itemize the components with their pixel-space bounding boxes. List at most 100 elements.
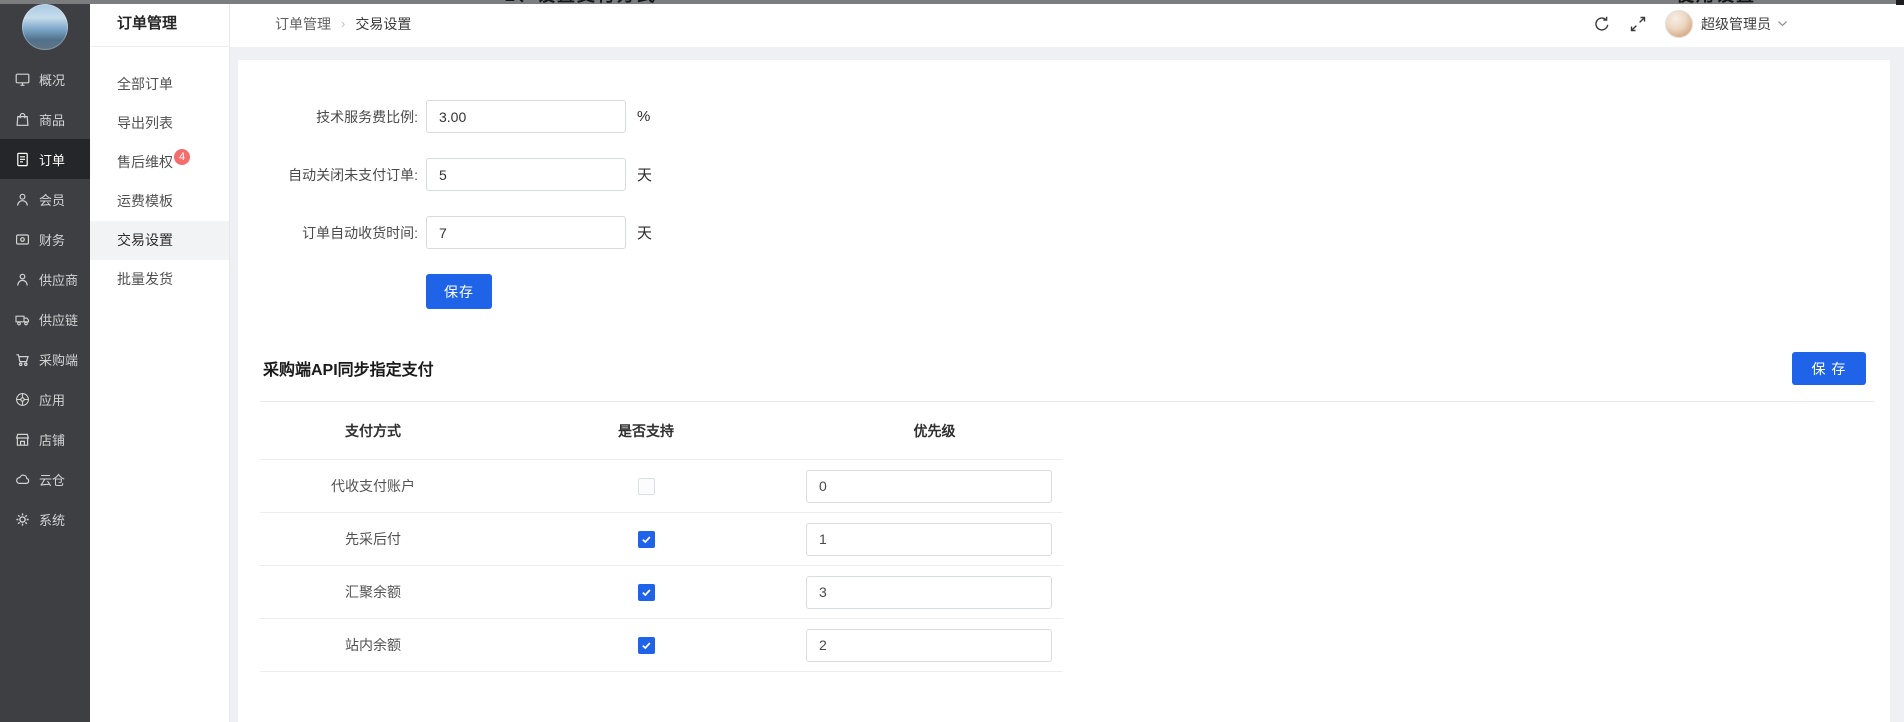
user-name: 超级管理员 (1701, 14, 1771, 34)
finance-icon (15, 232, 30, 247)
clipped-text-fragment: 使用设置 (1676, 0, 1756, 8)
sidebar-item-label: 店铺 (39, 430, 65, 449)
table-row: 代收支付账户 (260, 460, 1063, 513)
auto-close-unit: 天 (637, 164, 652, 185)
auto-receive-label: 订单自动收货时间: (238, 223, 418, 243)
refresh-icon[interactable] (1593, 15, 1611, 33)
trade-settings-form: 技术服务费比例: % 自动关闭未支付订单: 天 订单自动收货时间: 天 保存 (238, 60, 1890, 309)
payment-methods-table: 支付方式 是否支持 优先级 代收支付账户 先采后付 汇聚余额 站内余额 (260, 402, 1063, 672)
store-avatar[interactable] (22, 4, 68, 50)
table-row: 汇聚余额 (260, 566, 1063, 619)
payment-method-name: 代收支付账户 (260, 476, 486, 496)
table-header-row: 支付方式 是否支持 优先级 (260, 402, 1063, 460)
user-avatar (1665, 10, 1693, 38)
table-row: 先采后付 (260, 513, 1063, 566)
form-row: 技术服务费比例: % (238, 100, 1890, 133)
header-priority: 优先级 (806, 421, 1063, 441)
priority-input[interactable] (806, 470, 1052, 503)
sidebar-item-apps[interactable]: 应用 (0, 379, 90, 419)
save-settings-button[interactable]: 保存 (426, 274, 492, 309)
sidebar-item-shop[interactable]: 店铺 (0, 419, 90, 459)
orders-icon (15, 152, 30, 167)
header-supported: 是否支持 (486, 421, 806, 441)
auto-close-label: 自动关闭未支付订单: (238, 165, 418, 185)
sidebar-item-system[interactable]: 系统 (0, 499, 90, 539)
shop-icon (15, 432, 30, 447)
sidebar-item-label: 供应商 (39, 270, 78, 289)
form-row: 订单自动收货时间: 天 (238, 216, 1890, 249)
sidebar-item-overview[interactable]: 概况 (0, 59, 90, 99)
payment-method-name: 先采后付 (260, 529, 486, 549)
sidebar-item-label: 系统 (39, 510, 65, 529)
submenu-item-all-orders[interactable]: 全部订单 (90, 65, 229, 104)
payment-section-title: 采购端API同步指定支付 (263, 356, 434, 380)
apps-icon (15, 392, 30, 407)
auto-close-input[interactable] (426, 158, 626, 191)
cloud-icon (15, 472, 30, 487)
submenu-title: 订单管理 (90, 0, 229, 47)
auto-receive-input[interactable] (426, 216, 626, 249)
service-fee-input[interactable] (426, 100, 626, 133)
supported-checkbox[interactable] (638, 531, 655, 548)
auto-receive-unit: 天 (637, 222, 652, 243)
main-content: 技术服务费比例: % 自动关闭未支付订单: 天 订单自动收货时间: 天 保存 采… (238, 60, 1890, 722)
supported-checkbox[interactable] (638, 478, 655, 495)
top-window-edge (0, 0, 1904, 4)
sidebar-item-label: 供应链 (39, 310, 78, 329)
sidebar-item-cloud[interactable]: 云仓 (0, 459, 90, 499)
after-sales-count-badge: 4 (174, 149, 190, 165)
priority-input[interactable] (806, 523, 1052, 556)
breadcrumb-parent[interactable]: 订单管理 (275, 14, 331, 34)
sidebar-item-supply-chain[interactable]: 供应链 (0, 299, 90, 339)
window-corner-mark (1896, 0, 1904, 5)
topbar-actions: 超级管理员 (1593, 10, 1788, 38)
sidebar-item-goods[interactable]: 商品 (0, 99, 90, 139)
member-icon (15, 192, 30, 207)
sidebar-item-label: 财务 (39, 230, 65, 249)
payment-method-name: 汇聚余额 (260, 582, 486, 602)
sidebar-item-label: 订单 (39, 150, 65, 169)
save-payment-button[interactable]: 保 存 (1792, 352, 1866, 385)
sidebar-item-purchase[interactable]: 采购端 (0, 339, 90, 379)
priority-input[interactable] (806, 576, 1052, 609)
purchase-icon (15, 352, 30, 367)
system-icon (15, 512, 30, 527)
supported-checkbox[interactable] (638, 584, 655, 601)
supported-checkbox[interactable] (638, 637, 655, 654)
supply-chain-icon (15, 312, 30, 327)
fullscreen-icon[interactable] (1629, 15, 1647, 33)
topbar: 订单管理 › 交易设置 超级管理员 (230, 0, 1904, 47)
submenu-item-batch-shipping[interactable]: 批量发货 (90, 260, 229, 299)
service-fee-unit: % (637, 108, 650, 125)
clipped-text-fragment: 2、设置支付方式 (505, 0, 675, 8)
submenu-item-trade-settings[interactable]: 交易设置 (90, 221, 229, 260)
sidebar-item-label: 应用 (39, 390, 65, 409)
primary-nav: 概况 商品 订单 会员 财务 供应商 供应链 采购端 (0, 59, 90, 539)
breadcrumb-current: 交易设置 (355, 14, 411, 34)
sidebar-item-label: 会员 (39, 190, 65, 209)
overview-icon (15, 72, 30, 87)
submenu-item-export-list[interactable]: 导出列表 (90, 104, 229, 143)
submenu-item-after-sales[interactable]: 售后维权4 (90, 143, 229, 182)
sidebar-item-supplier[interactable]: 供应商 (0, 259, 90, 299)
breadcrumb-separator: › (341, 16, 345, 31)
primary-sidebar: 概况 商品 订单 会员 财务 供应商 供应链 采购端 (0, 0, 90, 722)
user-menu[interactable]: 超级管理员 (1665, 10, 1788, 38)
sidebar-item-label: 概况 (39, 70, 65, 89)
secondary-sidebar: 订单管理 全部订单 导出列表 售后维权4 运费模板 交易设置 批量发货 (90, 0, 230, 722)
priority-input[interactable] (806, 629, 1052, 662)
sidebar-item-orders[interactable]: 订单 (0, 139, 90, 179)
breadcrumb: 订单管理 › 交易设置 (275, 14, 411, 34)
goods-icon (15, 112, 30, 127)
payment-method-name: 站内余额 (260, 635, 486, 655)
form-row: 自动关闭未支付订单: 天 (238, 158, 1890, 191)
sidebar-item-member[interactable]: 会员 (0, 179, 90, 219)
service-fee-label: 技术服务费比例: (238, 107, 418, 127)
chevron-down-icon (1777, 19, 1788, 28)
supplier-icon (15, 272, 30, 287)
sidebar-item-label: 商品 (39, 110, 65, 129)
submenu-item-freight-template[interactable]: 运费模板 (90, 182, 229, 221)
table-row: 站内余额 (260, 619, 1063, 672)
sidebar-item-label: 云仓 (39, 470, 65, 489)
sidebar-item-finance[interactable]: 财务 (0, 219, 90, 259)
